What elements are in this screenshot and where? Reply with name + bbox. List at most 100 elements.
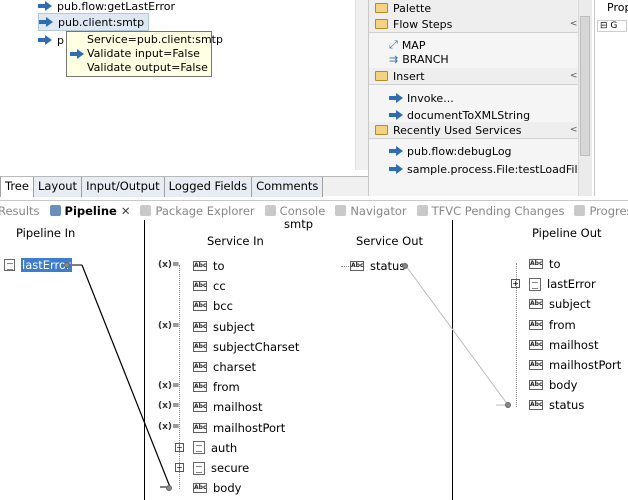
editor-vertical-scrollbar[interactable] bbox=[355, 0, 368, 170]
variable-set-icon[interactable]: (x)= bbox=[158, 422, 180, 432]
properties-panel: Prop ⊟ G bbox=[594, 0, 628, 196]
string-field-icon: Abc bbox=[193, 483, 207, 494]
service-in-field-mailhostport[interactable]: Abc mailhostPort bbox=[193, 420, 285, 436]
tab-console[interactable]: Console bbox=[264, 204, 325, 218]
service-in-field-cc[interactable]: Abc cc bbox=[193, 278, 226, 294]
link-connector-dot[interactable] bbox=[64, 262, 70, 268]
pipeline-icon bbox=[49, 205, 61, 216]
pipeline-out-field-mailhostport[interactable]: Abc mailhostPort bbox=[529, 357, 621, 373]
view-tab-bar: Results Pipeline ✕ Package Explorer Cons… bbox=[0, 200, 628, 220]
tab-logged-fields[interactable]: Logged Fields bbox=[164, 177, 253, 197]
string-field-icon: Abc bbox=[350, 261, 364, 271]
string-field-icon: Abc bbox=[193, 341, 207, 352]
service-in-field-from[interactable]: Abc from bbox=[193, 379, 240, 395]
string-field-icon: Abc bbox=[529, 360, 543, 370]
section-recently-used[interactable]: Recently Used Services <> bbox=[369, 122, 589, 139]
string-field-icon: Abc bbox=[193, 281, 207, 292]
pipeline-out-field-mailhost[interactable]: Abc mailhost bbox=[529, 337, 598, 353]
close-icon[interactable]: ✕ bbox=[121, 204, 131, 218]
section-flow-steps[interactable]: Flow Steps <> bbox=[369, 16, 589, 33]
tab-tfvc-pending-changes[interactable]: TFVC Pending Changes bbox=[416, 204, 564, 218]
pipeline-out-field-to[interactable]: Abc to bbox=[529, 256, 561, 272]
palette-header[interactable]: Palette ▶ bbox=[369, 0, 589, 17]
pipeline-out-field-from[interactable]: Abc from bbox=[529, 317, 576, 333]
palette-item-map[interactable]: ⤢ MAP bbox=[389, 36, 425, 54]
progress-icon bbox=[574, 205, 586, 216]
string-field-icon: Abc bbox=[193, 321, 207, 332]
string-field-icon: Abc bbox=[529, 259, 543, 269]
tab-input-output[interactable]: Input/Output bbox=[82, 177, 165, 197]
tab-progress[interactable]: Progress bbox=[574, 204, 628, 218]
tree-item-label: pub.flow:getLastError bbox=[57, 0, 175, 13]
variable-set-icon[interactable]: (x)= bbox=[158, 321, 180, 331]
pipeline-editor: smtp Pipeline In Service In Service Out … bbox=[0, 217, 628, 500]
document-reference-icon bbox=[4, 259, 15, 271]
properties-title: Prop bbox=[607, 1, 628, 14]
variable-set-icon[interactable]: (x)= bbox=[158, 381, 180, 391]
map-link-status-status[interactable] bbox=[405, 265, 509, 406]
service-out-status[interactable]: Abc status bbox=[350, 258, 405, 274]
string-field-icon: Abc bbox=[193, 261, 207, 271]
service-in-field-mailhost[interactable]: Abc mailhost bbox=[193, 399, 262, 415]
flow-editor-tree: pub.flow:getLastError pub.client:smtp p bbox=[0, 0, 368, 176]
palette-item-document-to-xml[interactable]: documentToXMLString bbox=[389, 109, 530, 121]
string-field-icon: Abc bbox=[529, 400, 543, 411]
palette-item-debug-log[interactable]: pub.flow:debugLog bbox=[389, 142, 512, 160]
tree-item-smtp[interactable]: pub.client:smtp bbox=[38, 13, 150, 31]
navigator-icon bbox=[335, 205, 347, 216]
invoke-arrow-icon bbox=[389, 146, 403, 156]
pipeline-out-field-lasterror[interactable]: lastError bbox=[529, 276, 596, 292]
string-field-icon: Abc bbox=[193, 382, 207, 393]
invoke-arrow-icon bbox=[389, 164, 403, 174]
tab-package-explorer[interactable]: Package Explorer bbox=[140, 204, 255, 218]
service-in-field-bcc[interactable]: Abc bcc bbox=[193, 298, 233, 314]
folder-open-icon bbox=[375, 125, 388, 135]
tab-navigator[interactable]: Navigator bbox=[335, 204, 407, 218]
tree-guide-line bbox=[179, 265, 180, 489]
service-in-field-subject[interactable]: Abc subject bbox=[193, 319, 255, 335]
variable-set-icon[interactable]: (x)= bbox=[158, 260, 180, 270]
tab-results[interactable]: Results bbox=[0, 204, 40, 218]
link-connector-dot[interactable] bbox=[402, 263, 408, 269]
service-in-field-to[interactable]: Abc to bbox=[193, 258, 225, 274]
palette-icon bbox=[375, 3, 388, 13]
tab-tree[interactable]: Tree bbox=[0, 177, 34, 197]
service-in-field-secure[interactable]: secure bbox=[193, 460, 249, 476]
tree-item-partial[interactable]: p bbox=[38, 31, 64, 49]
service-in-field-subjectcharset[interactable]: Abc subjectCharset bbox=[193, 339, 299, 355]
service-tooltip: Service=pub.client:smtp Validate input=F… bbox=[66, 31, 223, 77]
palette-item-branch[interactable]: ⇉ BRANCH bbox=[389, 53, 449, 65]
pipeline-in-last-error[interactable]: lastError bbox=[4, 257, 72, 273]
tab-layout[interactable]: Layout bbox=[33, 177, 83, 197]
pipeline-out-field-status[interactable]: Abc status bbox=[529, 397, 584, 413]
tree-item-label: pub.client:smtp bbox=[58, 15, 145, 29]
string-field-icon: Abc bbox=[193, 422, 207, 433]
console-icon bbox=[264, 205, 276, 216]
pipeline-out-field-subject[interactable]: Abc subject bbox=[529, 296, 591, 312]
tooltip-service-line: Service=pub.client:smtp bbox=[87, 33, 223, 46]
service-in-field-body[interactable]: Abc body bbox=[193, 480, 241, 496]
tree-item-label: p bbox=[57, 33, 64, 47]
invoke-arrow-icon bbox=[389, 110, 403, 120]
palette-panel: Palette ▶ Flow Steps <> ⤢ MAP ⇉ BRANCH I… bbox=[368, 0, 592, 196]
map-link-lasterror-body[interactable] bbox=[81, 264, 171, 488]
map-icon: ⤢ bbox=[389, 38, 398, 51]
palette-item-invoke[interactable]: Invoke... bbox=[389, 89, 454, 107]
invoke-arrow-icon bbox=[38, 35, 52, 45]
invoke-arrow-icon bbox=[39, 17, 53, 27]
variable-set-icon[interactable]: (x)= bbox=[158, 401, 180, 411]
tooltip-validate-input-line: Validate input=False bbox=[70, 47, 207, 61]
folder-open-icon bbox=[375, 19, 388, 29]
palette-scrollbar-thumb[interactable] bbox=[580, 16, 590, 156]
tab-pipeline[interactable]: Pipeline ✕ bbox=[49, 204, 131, 218]
invoke-arrow-icon bbox=[389, 93, 403, 103]
document-icon bbox=[193, 461, 205, 475]
tab-comments[interactable]: Comments bbox=[252, 177, 324, 197]
section-insert[interactable]: Insert <> bbox=[369, 68, 589, 85]
string-field-icon: Abc bbox=[193, 301, 207, 312]
palette-item-test-load-file[interactable]: sample.process.File:testLoadFile bbox=[389, 163, 584, 175]
properties-row: ⊟ G bbox=[597, 20, 627, 32]
pipeline-out-field-body[interactable]: Abc body bbox=[529, 377, 577, 393]
service-in-field-charset[interactable]: Abc charset bbox=[193, 359, 256, 375]
service-in-field-auth[interactable]: auth bbox=[193, 440, 237, 456]
